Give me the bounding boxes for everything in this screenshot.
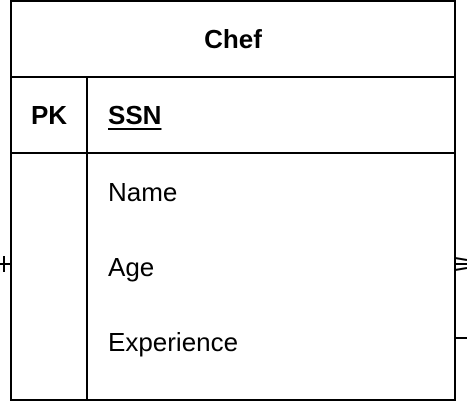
primary-key-label: PK xyxy=(30,99,68,130)
primary-key-attribute: SSN xyxy=(108,99,162,130)
right-relationship-connector-line xyxy=(455,337,467,339)
column-divider xyxy=(86,78,88,399)
attribute-item: Experience xyxy=(108,327,239,357)
right-relationship-connector-crowsfoot xyxy=(455,257,467,271)
attribute-item: Age xyxy=(108,252,155,282)
entity-title: Chef xyxy=(12,2,454,78)
primary-key-row: PK SSN xyxy=(12,78,454,154)
chef-entity-table: Chef PK SSN Name Age Experience xyxy=(10,0,456,401)
attribute-item: Name xyxy=(108,177,178,207)
